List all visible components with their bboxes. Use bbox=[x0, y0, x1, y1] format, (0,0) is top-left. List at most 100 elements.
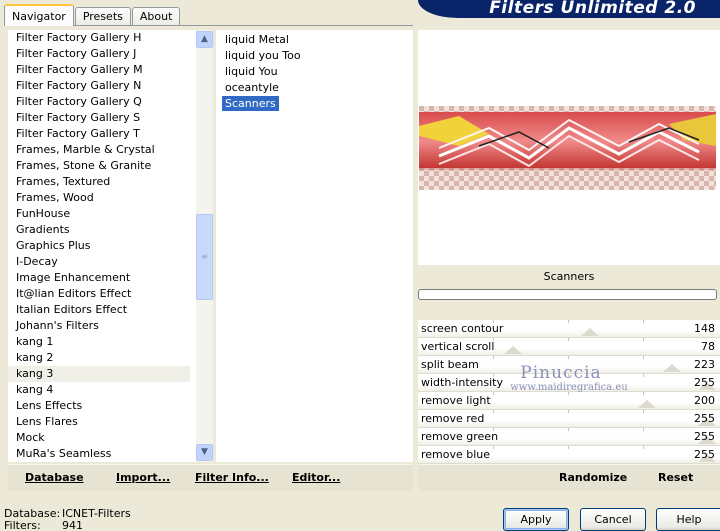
database-button[interactable]: Database bbox=[25, 471, 84, 484]
slider-thumb[interactable] bbox=[638, 400, 656, 408]
slider-tick bbox=[493, 410, 494, 413]
tab-navigator[interactable]: Navigator bbox=[4, 4, 74, 26]
param-value: 255 bbox=[694, 430, 715, 443]
slider-tick bbox=[643, 338, 644, 341]
category-scrollbar[interactable]: ▲ ≡ ▼ bbox=[196, 30, 213, 462]
category-item[interactable]: kang 2 bbox=[8, 350, 190, 366]
app-banner-title: Filters Unlimited 2.0 bbox=[418, 0, 720, 18]
category-list[interactable]: Filter Factory Gallery H Filter Factory G… bbox=[8, 30, 190, 462]
param-name: remove light bbox=[421, 394, 491, 407]
category-item[interactable]: kang 3 bbox=[8, 366, 190, 382]
slider-tick bbox=[568, 410, 569, 413]
filter-item[interactable]: oceantyle bbox=[222, 80, 282, 95]
category-item[interactable]: Image Enhancement bbox=[8, 270, 190, 286]
slider-thumb[interactable] bbox=[581, 328, 599, 336]
category-item[interactable]: Gradients bbox=[8, 222, 190, 238]
randomize-button[interactable]: Randomize bbox=[559, 471, 627, 484]
param-slider[interactable]: remove blue 255 bbox=[418, 446, 720, 464]
scroll-up-arrow-icon[interactable]: ▲ bbox=[196, 31, 213, 48]
category-item[interactable]: It@lian Editors Effect bbox=[8, 286, 190, 302]
scrollbar-thumb[interactable]: ≡ bbox=[196, 214, 213, 300]
reset-button[interactable]: Reset bbox=[658, 471, 693, 484]
param-slider[interactable]: vertical scroll 78 bbox=[418, 338, 720, 356]
editor-button[interactable]: Editor... bbox=[292, 471, 340, 484]
parameter-button-bar: Randomize Reset bbox=[418, 464, 720, 491]
category-item[interactable]: kang 1 bbox=[8, 334, 190, 350]
slider-tick bbox=[643, 428, 644, 431]
tab-bar: Navigator Presets About bbox=[4, 4, 181, 26]
category-item[interactable]: Graphics Plus bbox=[8, 238, 190, 254]
slider-tick bbox=[643, 410, 644, 413]
param-slider[interactable]: remove red 255 bbox=[418, 410, 720, 428]
slider-tick bbox=[643, 374, 644, 377]
category-item[interactable]: Johann's Filters bbox=[8, 318, 190, 334]
category-item[interactable]: Italian Editors Effect bbox=[8, 302, 190, 318]
category-list-panel: Filter Factory Gallery H Filter Factory G… bbox=[8, 30, 213, 462]
param-value: 148 bbox=[694, 322, 715, 335]
param-name: remove blue bbox=[421, 448, 491, 461]
category-item[interactable]: Filter Factory Gallery Q bbox=[8, 94, 190, 110]
filter-item[interactable]: Scanners bbox=[222, 96, 279, 111]
category-item[interactable]: Frames, Wood bbox=[8, 190, 190, 206]
param-value: 255 bbox=[694, 376, 715, 389]
slider-tick bbox=[568, 428, 569, 431]
category-item[interactable]: Frames, Marble & Crystal bbox=[8, 142, 190, 158]
param-value: 255 bbox=[694, 448, 715, 461]
help-button[interactable]: Help bbox=[656, 508, 720, 531]
category-item[interactable]: Filter Factory Gallery S bbox=[8, 110, 190, 126]
category-item[interactable]: Filter Factory Gallery H bbox=[8, 30, 190, 46]
param-slider[interactable]: remove green 255 bbox=[418, 428, 720, 446]
editor-button-label: Editor... bbox=[292, 471, 341, 484]
slider-tick bbox=[568, 446, 569, 449]
preview-image bbox=[419, 106, 716, 190]
category-item[interactable]: Filter Factory Gallery T bbox=[8, 126, 190, 142]
slider-tick bbox=[568, 320, 569, 323]
filter-item[interactable]: liquid Metal bbox=[222, 32, 292, 47]
param-value: 255 bbox=[694, 412, 715, 425]
category-item[interactable]: I-Decay bbox=[8, 254, 190, 270]
tab-about[interactable]: About bbox=[131, 7, 181, 26]
slider-tick bbox=[643, 320, 644, 323]
filter-item[interactable]: liquid you Too bbox=[222, 48, 304, 63]
param-slider[interactable]: width-intensity 255 bbox=[418, 374, 720, 392]
scroll-down-arrow-icon[interactable]: ▼ bbox=[196, 444, 213, 461]
category-item[interactable]: MuRa's Seamless bbox=[8, 446, 190, 462]
filter-item[interactable]: liquid You bbox=[222, 64, 281, 79]
category-item[interactable]: Filter Factory Gallery J bbox=[8, 46, 190, 62]
param-value: 78 bbox=[701, 340, 715, 353]
slider-tick bbox=[568, 356, 569, 359]
cancel-button[interactable]: Cancel bbox=[580, 508, 646, 531]
category-item[interactable]: Lens Flares bbox=[8, 414, 190, 430]
import-button[interactable]: Import... bbox=[116, 471, 170, 484]
slider-thumb[interactable] bbox=[504, 346, 522, 354]
category-item[interactable]: kang 4 bbox=[8, 382, 190, 398]
param-name: remove green bbox=[421, 430, 499, 443]
slider-tick bbox=[493, 392, 494, 395]
slider-tick bbox=[493, 356, 494, 359]
tab-presets[interactable]: Presets bbox=[74, 7, 131, 26]
database-button-label: Database bbox=[25, 471, 84, 484]
slider-tick bbox=[568, 338, 569, 341]
slider-tick bbox=[643, 356, 644, 359]
param-name: screen contour bbox=[421, 322, 504, 335]
filters-count-value: 941 bbox=[62, 519, 83, 531]
category-item[interactable]: FunHouse bbox=[8, 206, 190, 222]
category-item[interactable]: Mock bbox=[8, 430, 190, 446]
import-button-label: Import... bbox=[116, 471, 171, 484]
preview-area bbox=[418, 30, 720, 265]
category-item[interactable]: Lens Effects bbox=[8, 398, 190, 414]
category-item[interactable]: Filter Factory Gallery M bbox=[8, 62, 190, 78]
param-slider[interactable]: remove light 200 bbox=[418, 392, 720, 410]
param-name: remove red bbox=[421, 412, 485, 425]
parameter-sliders: screen contour 148 vertical scroll 78 split … bbox=[418, 320, 720, 464]
category-item[interactable]: Frames, Textured bbox=[8, 174, 190, 190]
category-item[interactable]: Filter Factory Gallery N bbox=[8, 78, 190, 94]
category-item[interactable]: Frames, Stone & Granite bbox=[8, 158, 190, 174]
slider-thumb[interactable] bbox=[663, 364, 681, 372]
param-slider[interactable]: split beam 223 bbox=[418, 356, 720, 374]
filter-info-button[interactable]: Filter Info... bbox=[195, 471, 269, 484]
apply-button[interactable]: Apply bbox=[503, 508, 569, 531]
param-slider[interactable]: screen contour 148 bbox=[418, 320, 720, 338]
filter-list[interactable]: liquid Metal liquid you Too liquid You ocea… bbox=[216, 30, 413, 462]
filter-info-button-label: Filter Info... bbox=[195, 471, 269, 484]
